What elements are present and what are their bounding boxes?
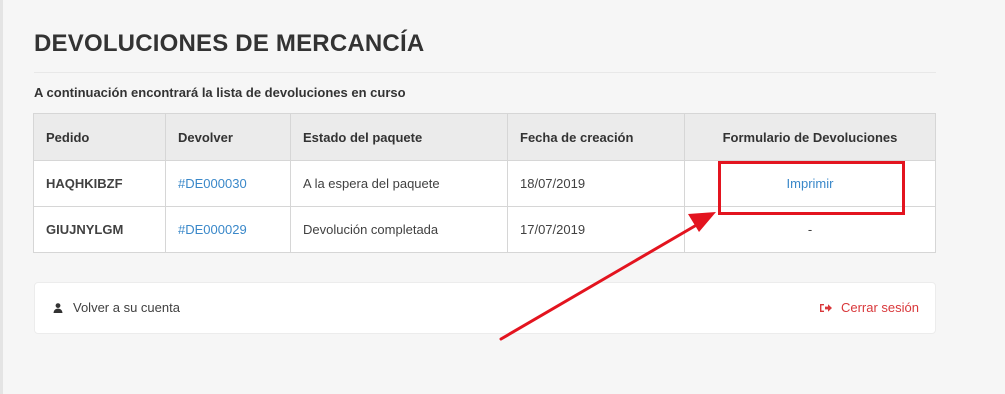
sign-out-icon [819, 303, 832, 312]
table-header-row: Pedido Devolver Estado del paquete Fecha… [33, 113, 936, 161]
order-reference: GIUJNYLGM [33, 206, 166, 253]
column-header-devolver: Devolver [165, 113, 291, 161]
annotation-highlight-box [718, 161, 905, 215]
return-number-cell: #DE000029 [165, 206, 291, 253]
intro-text: A continuación encontrará la lista de de… [34, 85, 406, 100]
return-number-link[interactable]: #DE000030 [178, 176, 247, 191]
return-number-link[interactable]: #DE000029 [178, 222, 247, 237]
left-border [0, 0, 3, 394]
package-status: A la espera del paquete [290, 160, 508, 207]
account-links-box: Volver a su cuenta Cerrar sesión [34, 282, 936, 334]
column-header-estado: Estado del paquete [290, 113, 508, 161]
user-icon [53, 302, 63, 313]
back-to-account-label: Volver a su cuenta [73, 300, 180, 315]
package-status: Devolución completada [290, 206, 508, 253]
column-header-formulario: Formulario de Devoluciones [684, 113, 936, 161]
creation-date: 18/07/2019 [507, 160, 685, 207]
order-reference: HAQHKIBZF [33, 160, 166, 207]
column-header-pedido: Pedido [33, 113, 166, 161]
logout-label: Cerrar sesión [840, 300, 919, 315]
page-title: DEVOLUCIONES DE MERCANCÍA [34, 30, 425, 57]
return-number-cell: #DE000030 [165, 160, 291, 207]
column-header-fecha: Fecha de creación [507, 113, 685, 161]
creation-date: 17/07/2019 [507, 206, 685, 253]
back-to-account-link[interactable]: Volver a su cuenta [53, 300, 180, 315]
title-divider [34, 72, 936, 73]
logout-link[interactable]: Cerrar sesión [819, 300, 919, 315]
